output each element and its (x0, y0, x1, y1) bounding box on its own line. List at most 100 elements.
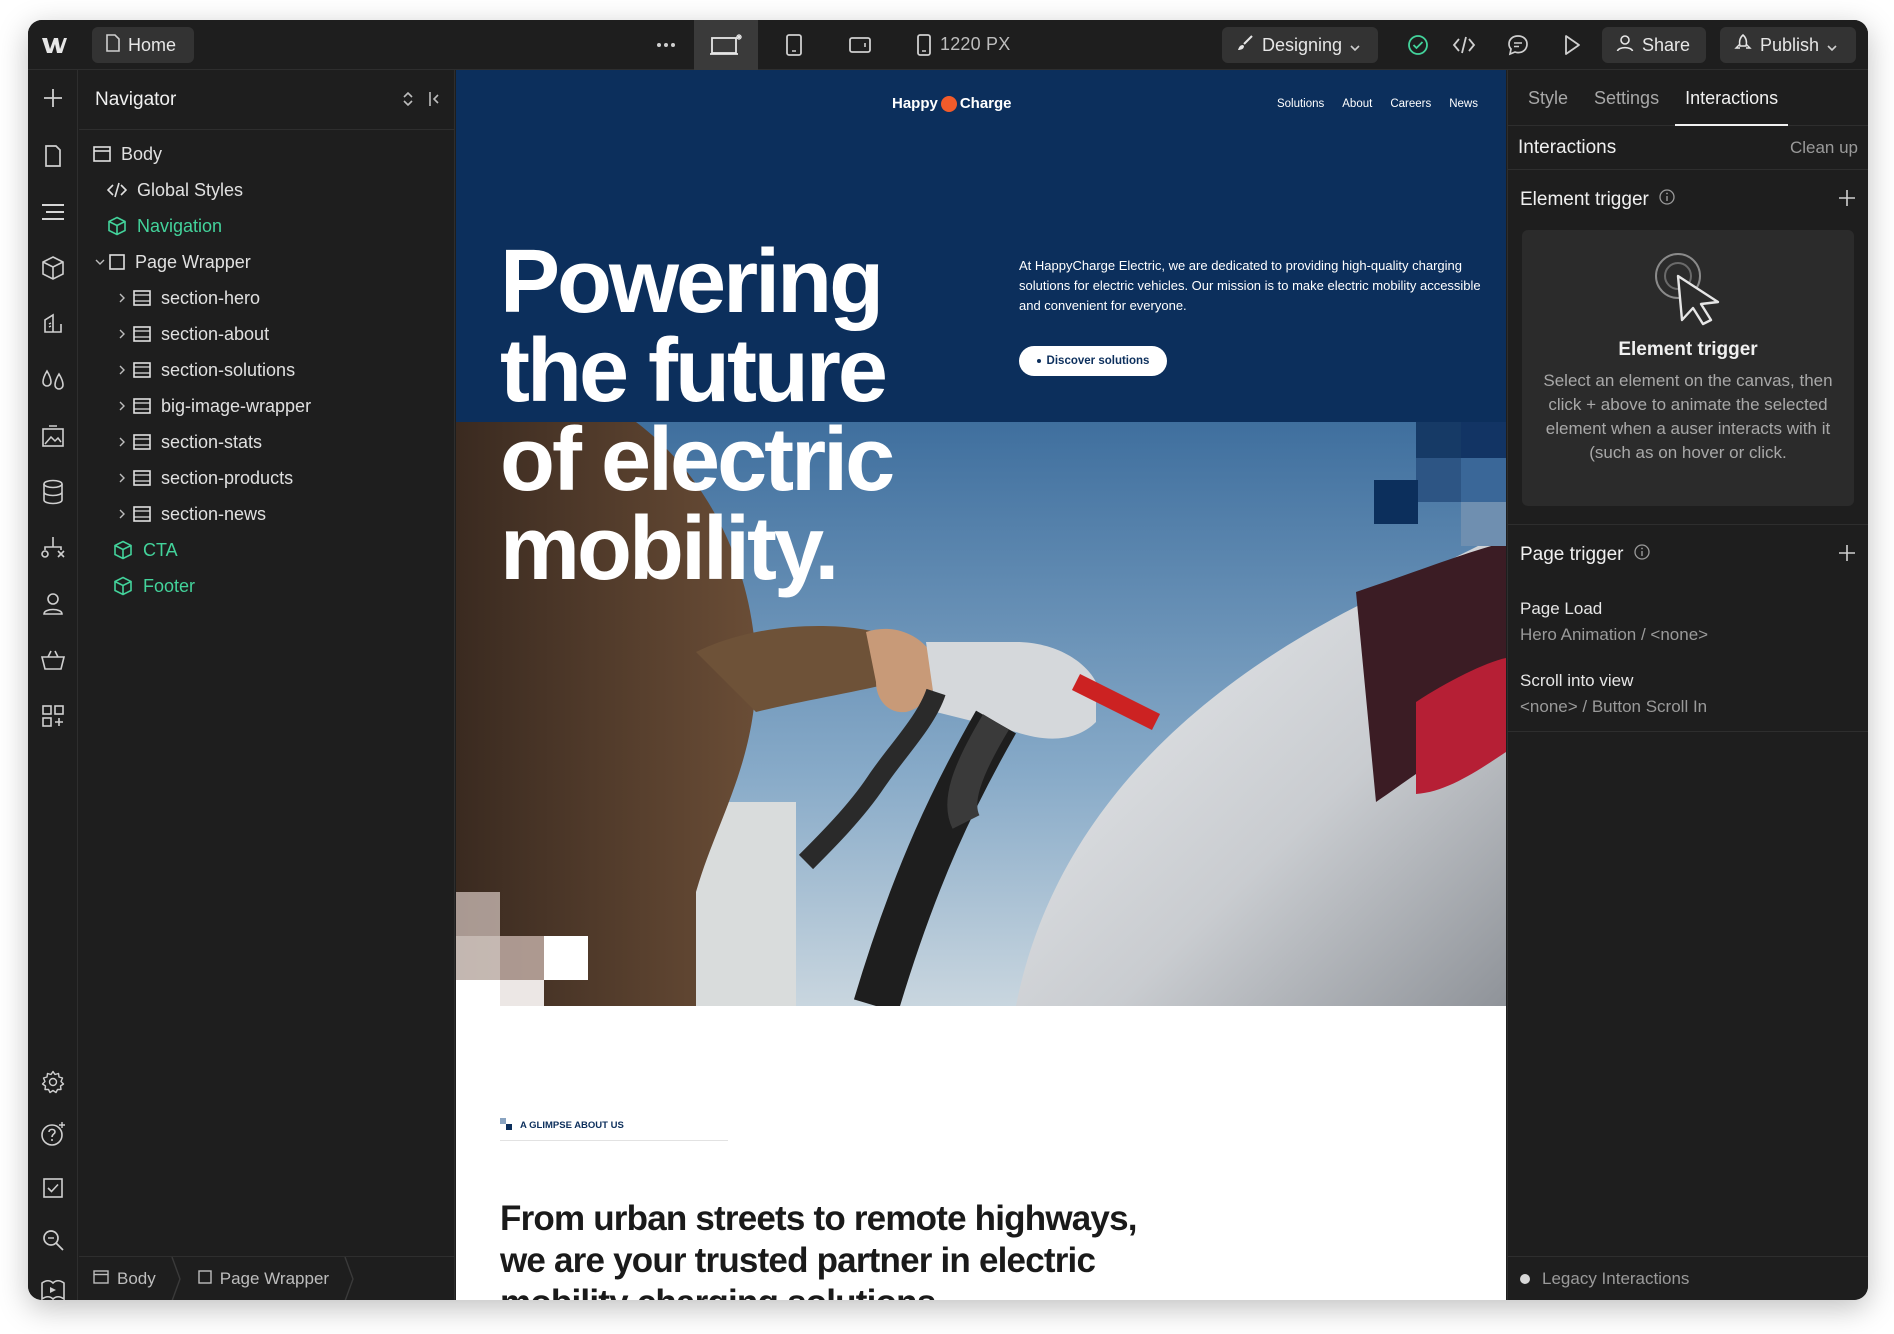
tree-item-section-stats[interactable]: section-stats (79, 424, 454, 460)
tree-item-footer[interactable]: Footer (79, 568, 454, 604)
element-trigger-title: Element trigger (1520, 189, 1649, 210)
tab-settings[interactable]: Settings (1584, 88, 1669, 125)
site-navigation: Solutions About Careers News (1277, 98, 1478, 110)
tree-item-section-products[interactable]: section-products (79, 460, 454, 496)
ecommerce-basket-icon[interactable] (28, 638, 78, 682)
user-icon (1616, 34, 1634, 57)
logic-flow-icon[interactable] (28, 526, 78, 570)
legacy-interactions-toggle[interactable]: Legacy Interactions (1508, 1256, 1868, 1300)
pixel-squares-icon (500, 1118, 512, 1133)
info-icon[interactable] (1633, 544, 1650, 566)
tree-item-section-about[interactable]: section-about (79, 316, 454, 352)
breakpoint-landscape-icon[interactable] (828, 20, 892, 70)
add-element-icon[interactable] (28, 76, 78, 120)
video-tutorials-icon[interactable] (28, 1268, 78, 1300)
about-heading[interactable]: From urban streets to remote highways, w… (500, 1198, 1140, 1300)
tree-item-big-image-wrapper[interactable]: big-image-wrapper (79, 388, 454, 424)
expand-collapse-icon[interactable] (402, 90, 414, 114)
page-trigger-scroll-into-view[interactable]: Scroll into view <none> / Button Scroll … (1508, 671, 1868, 717)
navigator-title: Navigator (95, 88, 177, 110)
tree-item-section-solutions[interactable]: section-solutions (79, 352, 454, 388)
chevron-right-icon[interactable] (115, 329, 129, 339)
breadcrumb-separator-icon (344, 1256, 354, 1300)
breakpoint-tablet-icon[interactable] (762, 20, 826, 70)
tree-item-label: Global Styles (137, 179, 244, 200)
lightning-bolt-icon (940, 95, 957, 112)
hero-description[interactable]: At HappyCharge Electric, we are dedicate… (1019, 256, 1499, 316)
share-button[interactable]: Share (1602, 27, 1706, 63)
chevron-right-icon[interactable] (115, 509, 129, 519)
component-icon (113, 576, 133, 596)
chevron-right-icon[interactable] (115, 473, 129, 483)
tree-item-navigation[interactable]: Navigation (79, 208, 454, 244)
variables-icon[interactable] (28, 358, 78, 402)
breadcrumb-item-body[interactable]: Body (79, 1257, 170, 1301)
tree-item-global-styles[interactable]: Global Styles (79, 172, 454, 208)
site-nav-solutions[interactable]: Solutions (1277, 98, 1324, 110)
tree-item-body[interactable]: Body (79, 136, 454, 172)
add-element-trigger-icon[interactable] (1838, 189, 1856, 212)
navigator-icon[interactable] (28, 190, 78, 234)
chevron-right-icon[interactable] (115, 401, 129, 411)
about-eyebrow[interactable]: A GLIMPSE ABOUT US (500, 1118, 624, 1133)
section-icon (133, 434, 151, 450)
site-logo[interactable]: Happy Charge (892, 95, 1012, 112)
tree-item-section-hero[interactable]: section-hero (79, 280, 454, 316)
tree-item-section-news[interactable]: section-news (79, 496, 454, 532)
apps-icon[interactable] (28, 694, 78, 738)
divider-line (1508, 731, 1868, 732)
cms-database-icon[interactable] (28, 470, 78, 514)
site-nav-about[interactable]: About (1342, 98, 1372, 110)
tree-item-cta[interactable]: CTA (79, 532, 454, 568)
discover-solutions-button[interactable]: Discover solutions (1019, 346, 1167, 376)
add-page-trigger-icon[interactable] (1838, 544, 1856, 567)
help-icon[interactable] (28, 1112, 78, 1156)
users-icon[interactable] (28, 582, 78, 626)
component-icon (107, 216, 127, 236)
breadcrumb-item-page-wrapper[interactable]: Page Wrapper (184, 1257, 343, 1301)
components-icon[interactable] (28, 246, 78, 290)
audit-checklist-icon[interactable] (28, 1166, 78, 1210)
publish-button[interactable]: Publish (1720, 27, 1856, 63)
trigger-name: Page Load (1520, 599, 1603, 618)
preview-play-icon[interactable] (1540, 20, 1604, 70)
chevron-right-icon[interactable] (115, 437, 129, 447)
decorative-pixel-block (456, 936, 500, 980)
navigator-tree: Body Global Styles Navigation Page Wrapp… (79, 130, 454, 604)
more-options-icon[interactable] (634, 20, 698, 70)
decorative-pixel-block (1461, 422, 1506, 458)
mode-switch-button[interactable]: Designing (1222, 27, 1378, 63)
share-label: Share (1642, 34, 1691, 55)
discover-solutions-label: Discover solutions (1046, 355, 1150, 367)
design-canvas[interactable]: Happy Charge Solutions About Careers New… (456, 70, 1506, 1300)
tree-item-label: section-hero (161, 287, 261, 308)
hero-title[interactable]: Powering the future of electric mobility… (500, 237, 940, 594)
cursor-click-icon (1648, 246, 1728, 331)
assets-icon[interactable] (28, 414, 78, 458)
tab-style[interactable]: Style (1518, 88, 1578, 125)
decorative-pixel-block (1461, 502, 1506, 546)
clean-up-button[interactable]: Clean up (1790, 138, 1858, 158)
brush-icon (1236, 34, 1254, 57)
decorative-pixel-block (1374, 480, 1418, 524)
settings-gear-icon[interactable] (28, 1060, 78, 1104)
webflow-logo-icon[interactable] (40, 32, 68, 58)
site-nav-careers[interactable]: Careers (1390, 98, 1431, 110)
site-nav-news[interactable]: News (1449, 98, 1478, 110)
chevron-down-icon[interactable] (93, 259, 107, 265)
breakpoint-desktop-icon[interactable] (694, 20, 758, 70)
page-trigger-page-load[interactable]: Page Load Hero Animation / <none> (1508, 599, 1868, 645)
decorative-pixel-block (544, 936, 588, 980)
tree-item-label: CTA (143, 539, 178, 560)
chevron-right-icon[interactable] (115, 293, 129, 303)
pages-icon[interactable] (28, 134, 78, 178)
page-selector-button[interactable]: Home (92, 27, 194, 63)
styles-icon[interactable] (28, 302, 78, 346)
tree-item-label: big-image-wrapper (161, 395, 312, 416)
info-icon[interactable] (1659, 189, 1675, 211)
tab-interactions[interactable]: Interactions (1675, 88, 1789, 126)
chevron-right-icon[interactable] (115, 365, 129, 375)
search-icon[interactable] (28, 1218, 78, 1262)
collapse-panel-icon[interactable] (428, 90, 440, 114)
tree-item-page-wrapper[interactable]: Page Wrapper (79, 244, 454, 280)
